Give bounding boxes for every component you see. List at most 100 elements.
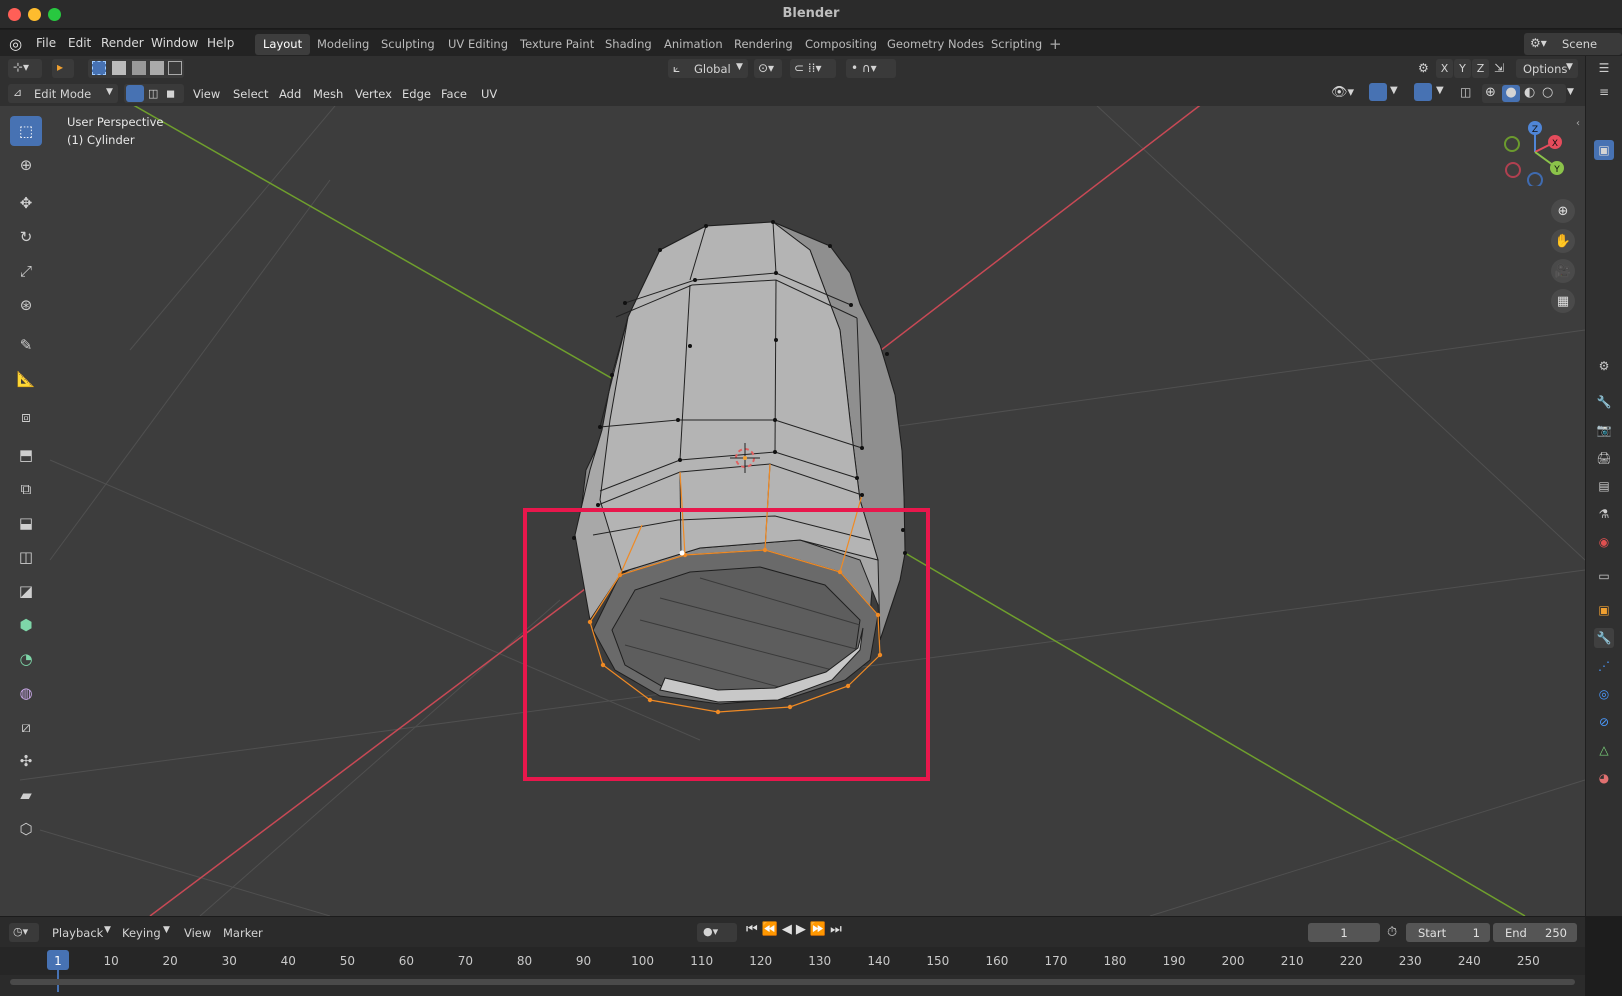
- vertex-select-icon[interactable]: [126, 85, 144, 102]
- menu-add[interactable]: Add: [279, 87, 301, 101]
- tab-modeling[interactable]: Modeling: [309, 34, 377, 55]
- tab-animation[interactable]: Animation: [656, 34, 731, 55]
- options-dropdown[interactable]: Options ▼: [1516, 59, 1578, 78]
- loop-cut-tool-icon[interactable]: ◫: [10, 542, 42, 572]
- camera-view-icon[interactable]: 🎥: [1551, 259, 1575, 283]
- scale-tool-icon[interactable]: ⤢: [10, 256, 42, 286]
- editor-type-button[interactable]: ⊹▾: [8, 59, 42, 78]
- edge-slide-tool-icon[interactable]: ⧄: [10, 712, 42, 742]
- menu-marker[interactable]: Marker: [223, 926, 263, 940]
- rotate-tool-icon[interactable]: ↻: [10, 222, 42, 252]
- transform-orientation-dropdown[interactable]: ⟀ Global ▼: [668, 59, 748, 78]
- menu-mesh[interactable]: Mesh: [313, 87, 343, 101]
- blender-logo-icon[interactable]: ◎: [9, 35, 27, 53]
- outliner-filter-icon[interactable]: ≡: [1594, 82, 1614, 102]
- playback-controls[interactable]: ⏮⏪◀▶⏩⏭: [746, 922, 846, 937]
- menu-select[interactable]: Select: [233, 87, 268, 101]
- current-frame-field[interactable]: 1: [1308, 923, 1380, 942]
- menu-face[interactable]: Face: [441, 87, 467, 101]
- mirror-y-toggle[interactable]: Y: [1454, 59, 1471, 78]
- tab-compositing[interactable]: Compositing: [797, 34, 885, 55]
- add-cube-tool-icon[interactable]: ⧈: [10, 402, 42, 432]
- proportional-edit-controls[interactable]: • ∩▾: [846, 59, 896, 78]
- pan-view-hand-icon[interactable]: ✋: [1551, 229, 1575, 253]
- zoom-view-icon[interactable]: ⊕: [1551, 199, 1575, 223]
- gizmo-toggle-icon[interactable]: [1369, 83, 1387, 101]
- 3d-viewport[interactable]: User Perspective (1) Cylinder Z X Y ⊕ ✋ …: [0, 106, 1585, 916]
- collection-properties-icon[interactable]: ▭: [1594, 566, 1614, 586]
- smooth-tool-icon[interactable]: ◍: [10, 678, 42, 708]
- outliner-editor-icon[interactable]: ☰: [1594, 58, 1614, 78]
- tab-shading[interactable]: Shading: [597, 34, 660, 55]
- particles-properties-icon[interactable]: ⋰: [1594, 656, 1614, 676]
- material-properties-icon[interactable]: ◕: [1594, 768, 1614, 788]
- collapse-sidebar-icon[interactable]: ‹: [1576, 118, 1580, 129]
- menu-view[interactable]: View: [184, 926, 211, 940]
- menu-playback[interactable]: Playback: [52, 926, 103, 940]
- menu-edge[interactable]: Edge: [402, 87, 431, 101]
- cylinder-mesh[interactable]: [574, 221, 906, 713]
- menu-uv[interactable]: UV: [481, 87, 497, 101]
- tab-uv-editing[interactable]: UV Editing: [440, 34, 516, 55]
- annotate-tool-icon[interactable]: ✎: [10, 330, 42, 360]
- mirror-z-toggle[interactable]: Z: [1472, 59, 1489, 78]
- active-vertex[interactable]: [679, 550, 685, 556]
- measure-tool-icon[interactable]: 📐: [10, 364, 42, 394]
- scene-properties-icon[interactable]: ⚗: [1594, 504, 1614, 524]
- tab-scripting[interactable]: Scripting: [983, 34, 1050, 55]
- tab-sculpting[interactable]: Sculpting: [373, 34, 443, 55]
- select-new-icon[interactable]: [92, 61, 106, 75]
- modifier-properties-icon[interactable]: 🔧: [1594, 628, 1614, 648]
- move-tool-icon[interactable]: ✥: [10, 188, 42, 218]
- select-mode-buttons[interactable]: [88, 59, 184, 78]
- select-invert-icon[interactable]: [150, 61, 164, 75]
- pivot-point-dropdown[interactable]: ⊙▾: [754, 59, 782, 78]
- object-properties-icon[interactable]: ▣: [1594, 600, 1614, 620]
- menu-window[interactable]: Window: [151, 36, 198, 50]
- render-properties-icon[interactable]: 📷: [1594, 420, 1614, 440]
- timeline-editor-type-icon[interactable]: ◷▾: [9, 923, 39, 942]
- chevron-down-icon[interactable]: ▼: [1567, 87, 1574, 97]
- end-frame-field[interactable]: End 250: [1493, 923, 1577, 942]
- ortho-toggle-grid-icon[interactable]: ▦: [1551, 289, 1575, 313]
- mesh-select-mode[interactable]: ◫ ◼: [124, 84, 184, 103]
- menu-help[interactable]: Help: [207, 36, 234, 50]
- menu-file[interactable]: File: [36, 36, 56, 50]
- record-keyframe-button[interactable]: ●▾: [697, 923, 737, 942]
- select-box-tool-icon[interactable]: ⬚: [10, 116, 42, 146]
- edge-select-icon[interactable]: ◫: [148, 87, 158, 100]
- snap-controls[interactable]: ⊂ ⁞⁞▾: [790, 59, 836, 78]
- scene-selector[interactable]: ⚙▾ Scene: [1524, 33, 1622, 55]
- select-extend-icon[interactable]: [112, 61, 126, 75]
- knife-tool-icon[interactable]: ◪: [10, 576, 42, 606]
- wireframe-shading-icon[interactable]: ⊕: [1485, 85, 1496, 100]
- xray-toggle-icon[interactable]: ◫: [1460, 85, 1471, 99]
- add-workspace-icon[interactable]: +: [1049, 35, 1062, 53]
- overlays-toggle-icon[interactable]: [1414, 83, 1432, 101]
- physics-properties-icon[interactable]: ◎: [1594, 684, 1614, 704]
- menu-keying[interactable]: Keying: [122, 926, 161, 940]
- inset-faces-tool-icon[interactable]: ⧉: [10, 474, 42, 504]
- extrude-tool-icon[interactable]: ⬒: [10, 440, 42, 470]
- world-properties-icon[interactable]: ◉: [1594, 532, 1614, 552]
- start-frame-field[interactable]: Start 1: [1406, 923, 1490, 942]
- tool-properties-icon[interactable]: 🔧: [1594, 392, 1614, 412]
- solid-shading-icon[interactable]: ●: [1502, 85, 1520, 102]
- menu-view[interactable]: View: [193, 87, 220, 101]
- output-properties-icon[interactable]: 🖨: [1594, 448, 1614, 468]
- mirror-icon[interactable]: ⚙: [1418, 61, 1429, 75]
- mesh-data-properties-icon[interactable]: △: [1594, 740, 1614, 760]
- outliner-item-icon[interactable]: ▣: [1594, 140, 1614, 160]
- select-intersect-icon[interactable]: [168, 61, 182, 75]
- constraint-properties-icon[interactable]: ⊘: [1594, 712, 1614, 732]
- mode-dropdown[interactable]: ⊿ Edit Mode ▼: [8, 84, 118, 103]
- stopwatch-icon[interactable]: ⏱: [1387, 925, 1397, 940]
- visibility-eye-icon[interactable]: 👁▾: [1331, 85, 1354, 100]
- bevel-tool-icon[interactable]: ⬓: [10, 508, 42, 538]
- mirror-x-toggle[interactable]: X: [1436, 59, 1453, 78]
- shear-tool-icon[interactable]: ▰: [10, 780, 42, 810]
- menu-edit[interactable]: Edit: [68, 36, 91, 50]
- cursor-tool-icon[interactable]: ⊕: [10, 150, 42, 180]
- select-subtract-icon[interactable]: [132, 61, 146, 75]
- select-tool-button[interactable]: ▸: [52, 59, 74, 78]
